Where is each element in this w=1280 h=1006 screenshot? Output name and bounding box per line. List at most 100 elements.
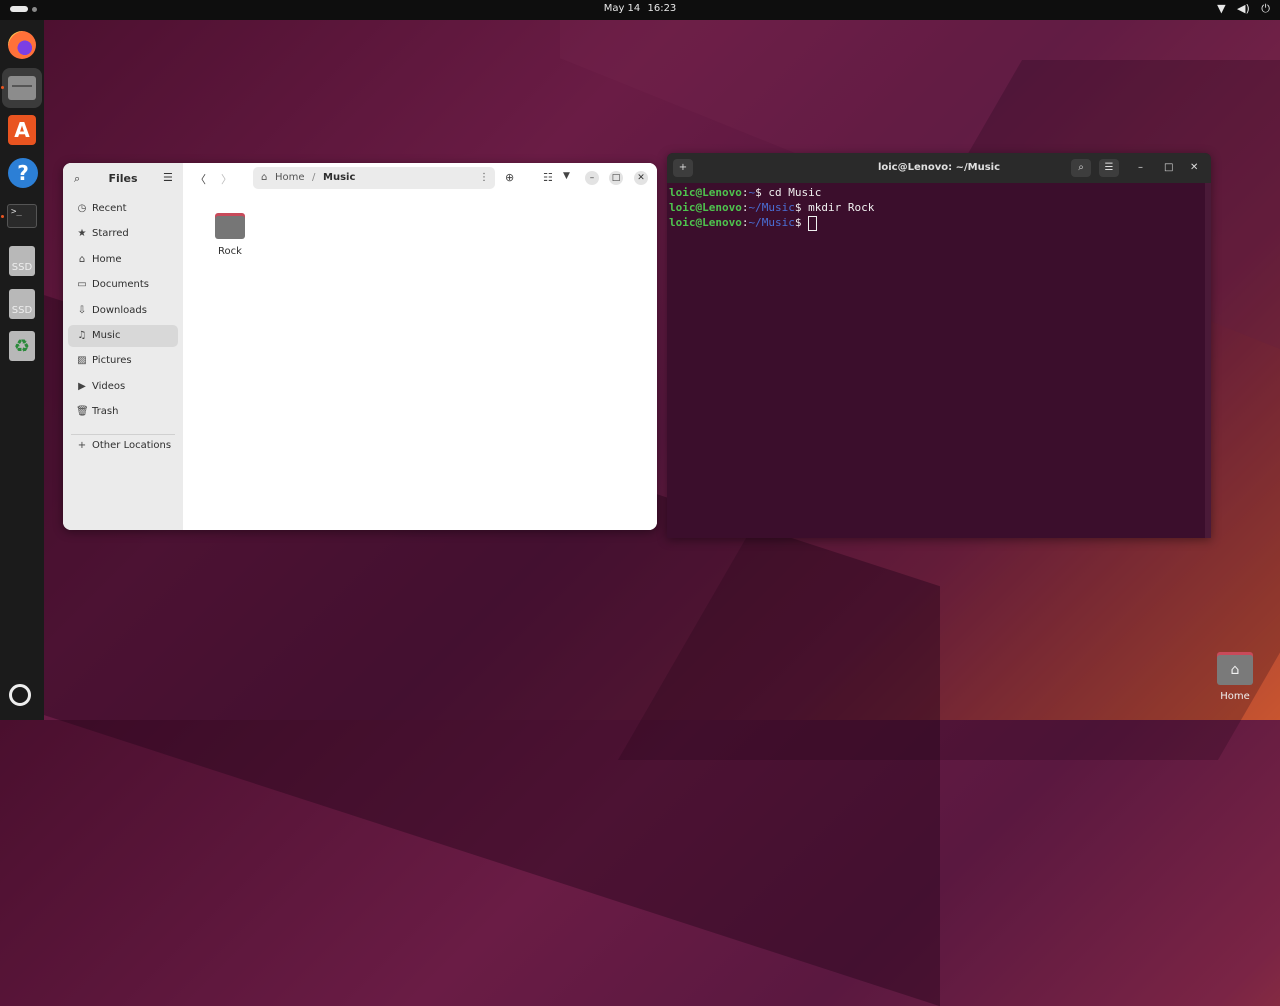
command-text: cd Music <box>768 186 822 199</box>
terminal-icon[interactable]: >_ <box>7 204 37 228</box>
terminal-line: loic@Lenovo:~$ cd Music <box>669 185 1205 200</box>
terminal-line: loic@Lenovo:~/Music$ <box>669 215 1205 231</box>
home-icon: ⌂ <box>78 254 86 265</box>
prompt-user: loic@Lenovo <box>669 201 742 214</box>
terminal-output[interactable]: loic@Lenovo:~$ cd Music loic@Lenovo:~/Mu… <box>669 185 1205 535</box>
plus-icon: + <box>77 440 87 451</box>
prompt-path: ~/Music <box>748 201 795 214</box>
clock-icon: ◷ <box>77 203 87 214</box>
sidebar-item-recent[interactable]: ◷ Recent <box>68 198 178 220</box>
terminal-window: + loic@Lenovo: ~/Music ⌕ ☰ – □ ✕ loic@Le… <box>667 153 1211 538</box>
breadcrumb-music[interactable]: Music <box>323 172 355 183</box>
picture-icon: ▨ <box>77 355 87 366</box>
list-view-icon[interactable]: ☷ <box>543 171 553 184</box>
sidebar-item-label: Downloads <box>92 305 147 316</box>
terminal-scrollbar[interactable] <box>1205 183 1211 538</box>
files-window: ⌕ Files ☰ ◷ Recent ★ Starred ⌂ Home ▭ Do… <box>63 163 657 530</box>
wifi-icon: ▼ <box>1217 2 1226 15</box>
close-button[interactable]: ✕ <box>634 171 648 185</box>
prompt-symbol: $ <box>794 201 809 214</box>
terminal-header: + loic@Lenovo: ~/Music ⌕ ☰ – □ ✕ <box>667 153 1211 183</box>
system-tray[interactable]: ▼ ◀) ⏻ <box>1209 2 1270 16</box>
sidebar-item-music[interactable]: ♫ Music <box>68 325 178 347</box>
clock-date: May 14 <box>603 3 641 14</box>
clock[interactable]: May 14 16:23 <box>0 3 1280 14</box>
chevron-down-icon[interactable]: ▼ <box>563 171 570 181</box>
search-icon[interactable]: ⌕ <box>1071 159 1091 177</box>
prompt-path: ~/Music <box>748 216 795 229</box>
terminal-title: loic@Lenovo: ~/Music <box>877 162 1001 173</box>
folder-icon[interactable] <box>215 213 245 239</box>
prompt-symbol: $ <box>755 186 769 199</box>
prompt-symbol: $ <box>794 216 809 229</box>
sidebar-item-pictures[interactable]: ▨ Pictures <box>68 350 178 372</box>
breadcrumb-home[interactable]: Home <box>275 172 305 183</box>
sidebar-item-videos[interactable]: ▶ Videos <box>68 376 178 398</box>
sidebar-item-label: Home <box>92 254 122 265</box>
new-folder-icon[interactable]: ⊕ <box>505 171 514 184</box>
sidebar-item-label: Documents <box>92 279 150 290</box>
files-main: 〈 〉 ⌂ Home / Music ⋮ ⊕ ☷ ▼ – □ ✕ Rock <box>183 163 657 530</box>
minimize-button[interactable]: – <box>585 171 599 185</box>
sidebar-item-other-locations[interactable]: + Other Locations <box>68 435 178 457</box>
top-bar: May 14 16:23 ▼ ◀) ⏻ <box>0 0 1280 20</box>
sidebar-item-label: Videos <box>92 381 126 392</box>
desktop-home-icon[interactable]: ⌂ <box>1215 652 1255 688</box>
sidebar-item-label: Music <box>92 330 121 341</box>
minimize-button[interactable]: – <box>1138 162 1143 173</box>
maximize-button[interactable]: □ <box>609 171 623 185</box>
drive-icon[interactable]: SSD <box>9 246 35 276</box>
show-apps-icon[interactable] <box>9 684 31 706</box>
forward-button[interactable]: 〉 <box>221 171 232 187</box>
back-button[interactable]: 〈 <box>195 171 206 187</box>
running-indicator <box>1 86 4 89</box>
close-button[interactable]: ✕ <box>1190 162 1198 173</box>
prompt-user: loic@Lenovo <box>669 216 742 229</box>
download-icon: ⇩ <box>77 305 87 316</box>
hamburger-menu-icon[interactable]: ☰ <box>1099 159 1119 177</box>
terminal-line: loic@Lenovo:~/Music$ mkdir Rock <box>669 200 1205 215</box>
help-icon[interactable]: ? <box>8 158 38 188</box>
document-icon: ▭ <box>77 279 87 290</box>
power-icon: ⏻ <box>1261 2 1270 15</box>
files-sidebar: ⌕ Files ☰ ◷ Recent ★ Starred ⌂ Home ▭ Do… <box>63 163 183 530</box>
sidebar-item-trash[interactable]: 🗑 Trash <box>68 401 178 423</box>
sidebar-item-label: Trash <box>92 406 119 417</box>
files-dock-button[interactable] <box>2 68 42 108</box>
sidebar-item-label: Recent <box>92 203 127 214</box>
sidebar-item-label: Starred <box>92 228 129 239</box>
prompt-user: loic@Lenovo <box>669 186 742 199</box>
sidebar-item-label: Pictures <box>92 355 132 366</box>
command-text: mkdir Rock <box>808 201 875 214</box>
folder-body <box>215 216 245 239</box>
clock-time: 16:23 <box>647 3 677 14</box>
home-icon: ⌂ <box>261 172 268 183</box>
maximize-button[interactable]: □ <box>1164 162 1173 173</box>
sidebar-item-label: Other Locations <box>92 440 172 451</box>
breadcrumb: ⌂ Home / Music ⋮ <box>253 167 495 189</box>
home-icon: ⌂ <box>1217 655 1253 685</box>
dock: A ? >_ SSD SSD ♻ <box>0 20 44 720</box>
terminal-cursor <box>808 215 818 231</box>
sidebar-item-documents[interactable]: ▭ Documents <box>68 274 178 296</box>
trash-dock-icon[interactable]: ♻ <box>9 331 35 361</box>
files-icon <box>8 76 36 100</box>
firefox-icon[interactable] <box>8 31 36 59</box>
video-icon: ▶ <box>78 381 86 392</box>
music-icon: ♫ <box>77 330 87 341</box>
star-icon: ★ <box>77 228 87 239</box>
running-indicator <box>1 215 4 218</box>
app-center-icon[interactable]: A <box>8 115 36 145</box>
drive-icon[interactable]: SSD <box>9 289 35 319</box>
breadcrumb-separator: / <box>312 172 316 183</box>
sidebar-item-home[interactable]: ⌂ Home <box>68 249 178 271</box>
path-menu-icon[interactable]: ⋮ <box>479 172 489 183</box>
sidebar-item-downloads[interactable]: ⇩ Downloads <box>68 300 178 322</box>
folder-label[interactable]: Rock <box>205 246 255 257</box>
desktop-home-label[interactable]: Home <box>1205 691 1265 702</box>
volume-icon: ◀) <box>1237 2 1250 15</box>
sidebar-header: ⌕ Files ☰ <box>63 163 183 193</box>
hamburger-menu-icon[interactable]: ☰ <box>163 171 173 184</box>
sidebar-item-starred[interactable]: ★ Starred <box>68 223 178 245</box>
trash-icon: 🗑 <box>76 406 89 417</box>
